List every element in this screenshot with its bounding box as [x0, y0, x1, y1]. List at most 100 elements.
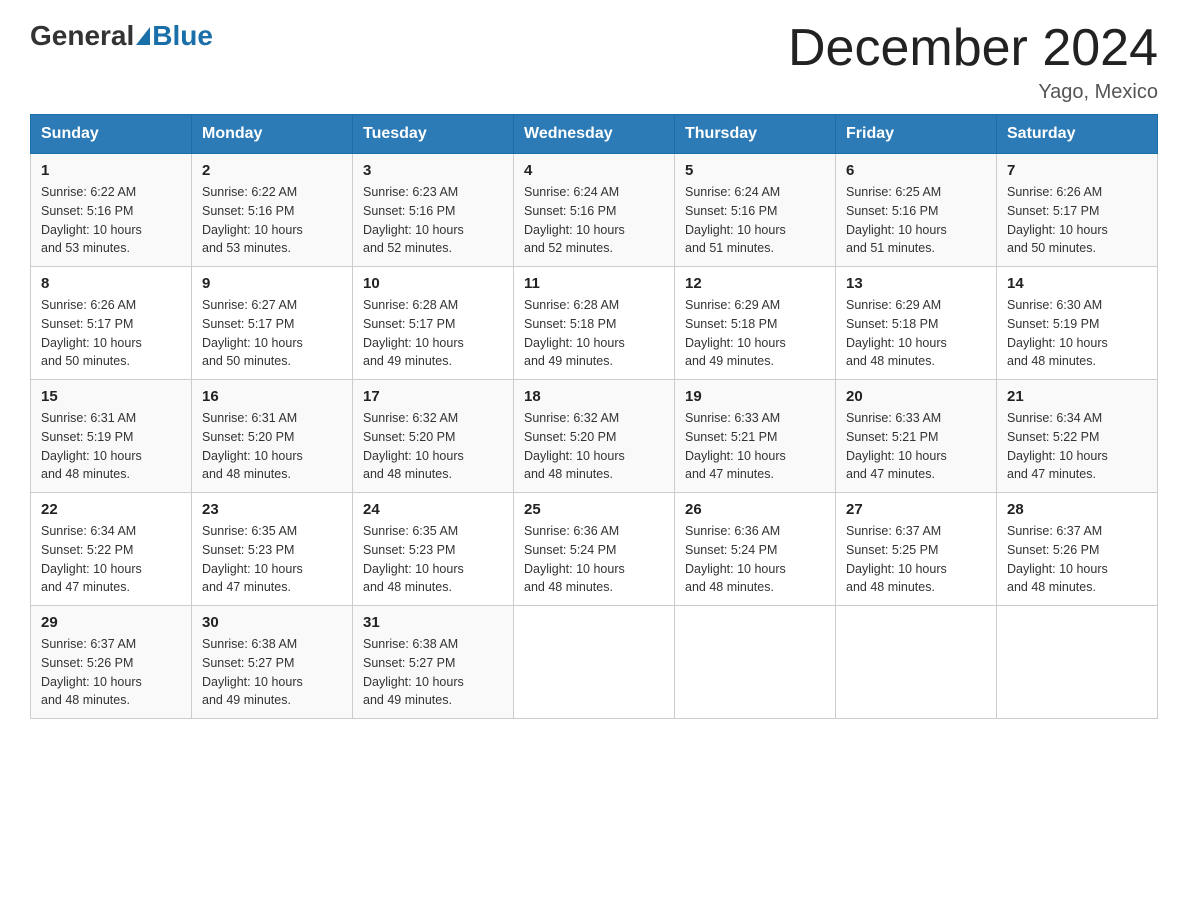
logo: General Blue [30, 20, 213, 52]
calendar-day [675, 606, 836, 719]
calendar-day [514, 606, 675, 719]
day-info: Sunrise: 6:38 AMSunset: 5:27 PMDaylight:… [202, 635, 342, 710]
calendar-day: 15Sunrise: 6:31 AMSunset: 5:19 PMDayligh… [31, 380, 192, 493]
title-block: December 2024 Yago, Mexico [788, 20, 1158, 104]
day-info: Sunrise: 6:37 AMSunset: 5:25 PMDaylight:… [846, 522, 986, 597]
day-info: Sunrise: 6:30 AMSunset: 5:19 PMDaylight:… [1007, 296, 1147, 371]
day-number: 5 [685, 162, 825, 179]
calendar-body: 1Sunrise: 6:22 AMSunset: 5:16 PMDaylight… [31, 154, 1158, 719]
day-info: Sunrise: 6:28 AMSunset: 5:18 PMDaylight:… [524, 296, 664, 371]
day-info: Sunrise: 6:29 AMSunset: 5:18 PMDaylight:… [685, 296, 825, 371]
calendar-header: SundayMondayTuesdayWednesdayThursdayFrid… [31, 115, 1158, 154]
calendar-day: 24 Sunrise: 6:35 AMSunset: 5:23 PMDayligh… [353, 493, 514, 606]
weekday-header-row: SundayMondayTuesdayWednesdayThursdayFrid… [31, 115, 1158, 154]
day-info: Sunrise: 6:29 AMSunset: 5:18 PMDaylight:… [846, 296, 986, 371]
calendar-week-3: 15Sunrise: 6:31 AMSunset: 5:19 PMDayligh… [31, 380, 1158, 493]
weekday-header-wednesday: Wednesday [514, 115, 675, 154]
day-number: 19 [685, 388, 825, 405]
calendar-day: 10 Sunrise: 6:28 AMSunset: 5:17 PMDayligh… [353, 267, 514, 380]
calendar-day: 8Sunrise: 6:26 AMSunset: 5:17 PMDaylight… [31, 267, 192, 380]
day-number: 22 [41, 501, 181, 518]
calendar-day: 7 Sunrise: 6:26 AMSunset: 5:17 PMDaylight… [997, 154, 1158, 267]
calendar-day: 3 Sunrise: 6:23 AMSunset: 5:16 PMDaylight… [353, 154, 514, 267]
day-info: Sunrise: 6:32 AMSunset: 5:20 PMDaylight:… [524, 409, 664, 484]
day-number: 18 [524, 388, 664, 405]
calendar-day: 1Sunrise: 6:22 AMSunset: 5:16 PMDaylight… [31, 154, 192, 267]
day-info: Sunrise: 6:33 AMSunset: 5:21 PMDaylight:… [846, 409, 986, 484]
day-number: 7 [1007, 162, 1147, 179]
calendar-day: 9Sunrise: 6:27 AMSunset: 5:17 PMDaylight… [192, 267, 353, 380]
location-subtitle: Yago, Mexico [788, 81, 1158, 104]
day-number: 11 [524, 275, 664, 292]
weekday-header-friday: Friday [836, 115, 997, 154]
calendar-day: 13 Sunrise: 6:29 AMSunset: 5:18 PMDayligh… [836, 267, 997, 380]
day-number: 6 [846, 162, 986, 179]
calendar-week-2: 8Sunrise: 6:26 AMSunset: 5:17 PMDaylight… [31, 267, 1158, 380]
calendar-day: 30Sunrise: 6:38 AMSunset: 5:27 PMDayligh… [192, 606, 353, 719]
calendar-day: 18 Sunrise: 6:32 AMSunset: 5:20 PMDayligh… [514, 380, 675, 493]
day-number: 13 [846, 275, 986, 292]
day-number: 27 [846, 501, 986, 518]
day-info: Sunrise: 6:33 AMSunset: 5:21 PMDaylight:… [685, 409, 825, 484]
logo-general-text: General [30, 20, 134, 52]
month-title: December 2024 [788, 20, 1158, 77]
day-info: Sunrise: 6:26 AMSunset: 5:17 PMDaylight:… [1007, 183, 1147, 258]
calendar-week-5: 29Sunrise: 6:37 AMSunset: 5:26 PMDayligh… [31, 606, 1158, 719]
calendar-day: 11 Sunrise: 6:28 AMSunset: 5:18 PMDayligh… [514, 267, 675, 380]
day-info: Sunrise: 6:34 AMSunset: 5:22 PMDaylight:… [1007, 409, 1147, 484]
day-number: 10 [363, 275, 503, 292]
day-info: Sunrise: 6:26 AMSunset: 5:17 PMDaylight:… [41, 296, 181, 371]
day-number: 23 [202, 501, 342, 518]
calendar-day: 14 Sunrise: 6:30 AMSunset: 5:19 PMDayligh… [997, 267, 1158, 380]
weekday-header-sunday: Sunday [31, 115, 192, 154]
day-info: Sunrise: 6:32 AMSunset: 5:20 PMDaylight:… [363, 409, 503, 484]
calendar-day: 2 Sunrise: 6:22 AMSunset: 5:16 PMDaylight… [192, 154, 353, 267]
calendar-day: 20Sunrise: 6:33 AMSunset: 5:21 PMDayligh… [836, 380, 997, 493]
calendar-day [997, 606, 1158, 719]
day-number: 3 [363, 162, 503, 179]
day-info: Sunrise: 6:25 AMSunset: 5:16 PMDaylight:… [846, 183, 986, 258]
calendar-day: 12 Sunrise: 6:29 AMSunset: 5:18 PMDayligh… [675, 267, 836, 380]
calendar-day: 25 Sunrise: 6:36 AMSunset: 5:24 PMDayligh… [514, 493, 675, 606]
day-info: Sunrise: 6:31 AMSunset: 5:20 PMDaylight:… [202, 409, 342, 484]
calendar-day: 4 Sunrise: 6:24 AMSunset: 5:16 PMDaylight… [514, 154, 675, 267]
day-info: Sunrise: 6:34 AMSunset: 5:22 PMDaylight:… [41, 522, 181, 597]
day-info: Sunrise: 6:36 AMSunset: 5:24 PMDaylight:… [685, 522, 825, 597]
day-info: Sunrise: 6:37 AMSunset: 5:26 PMDaylight:… [1007, 522, 1147, 597]
day-number: 16 [202, 388, 342, 405]
day-number: 12 [685, 275, 825, 292]
calendar-day: 22 Sunrise: 6:34 AMSunset: 5:22 PMDayligh… [31, 493, 192, 606]
calendar-day: 29Sunrise: 6:37 AMSunset: 5:26 PMDayligh… [31, 606, 192, 719]
weekday-header-thursday: Thursday [675, 115, 836, 154]
calendar-day: 17 Sunrise: 6:32 AMSunset: 5:20 PMDayligh… [353, 380, 514, 493]
day-number: 15 [41, 388, 181, 405]
day-info: Sunrise: 6:35 AMSunset: 5:23 PMDaylight:… [363, 522, 503, 597]
day-number: 24 [363, 501, 503, 518]
day-number: 2 [202, 162, 342, 179]
day-info: Sunrise: 6:22 AMSunset: 5:16 PMDaylight:… [202, 183, 342, 258]
day-number: 9 [202, 275, 342, 292]
day-info: Sunrise: 6:37 AMSunset: 5:26 PMDaylight:… [41, 635, 181, 710]
day-number: 21 [1007, 388, 1147, 405]
logo-blue-text: Blue [152, 20, 213, 52]
page-header: General Blue December 2024 Yago, Mexico [30, 20, 1158, 104]
day-number: 4 [524, 162, 664, 179]
day-info: Sunrise: 6:24 AMSunset: 5:16 PMDaylight:… [524, 183, 664, 258]
calendar-day: 21 Sunrise: 6:34 AMSunset: 5:22 PMDayligh… [997, 380, 1158, 493]
day-number: 25 [524, 501, 664, 518]
day-number: 17 [363, 388, 503, 405]
calendar-week-1: 1Sunrise: 6:22 AMSunset: 5:16 PMDaylight… [31, 154, 1158, 267]
weekday-header-monday: Monday [192, 115, 353, 154]
day-info: Sunrise: 6:36 AMSunset: 5:24 PMDaylight:… [524, 522, 664, 597]
calendar-day: 19 Sunrise: 6:33 AMSunset: 5:21 PMDayligh… [675, 380, 836, 493]
calendar-day: 31Sunrise: 6:38 AMSunset: 5:27 PMDayligh… [353, 606, 514, 719]
day-number: 14 [1007, 275, 1147, 292]
day-number: 31 [363, 614, 503, 631]
day-info: Sunrise: 6:28 AMSunset: 5:17 PMDaylight:… [363, 296, 503, 371]
day-info: Sunrise: 6:23 AMSunset: 5:16 PMDaylight:… [363, 183, 503, 258]
calendar-day: 6 Sunrise: 6:25 AMSunset: 5:16 PMDaylight… [836, 154, 997, 267]
calendar-day [836, 606, 997, 719]
weekday-header-saturday: Saturday [997, 115, 1158, 154]
calendar-table: SundayMondayTuesdayWednesdayThursdayFrid… [30, 114, 1158, 719]
day-number: 26 [685, 501, 825, 518]
